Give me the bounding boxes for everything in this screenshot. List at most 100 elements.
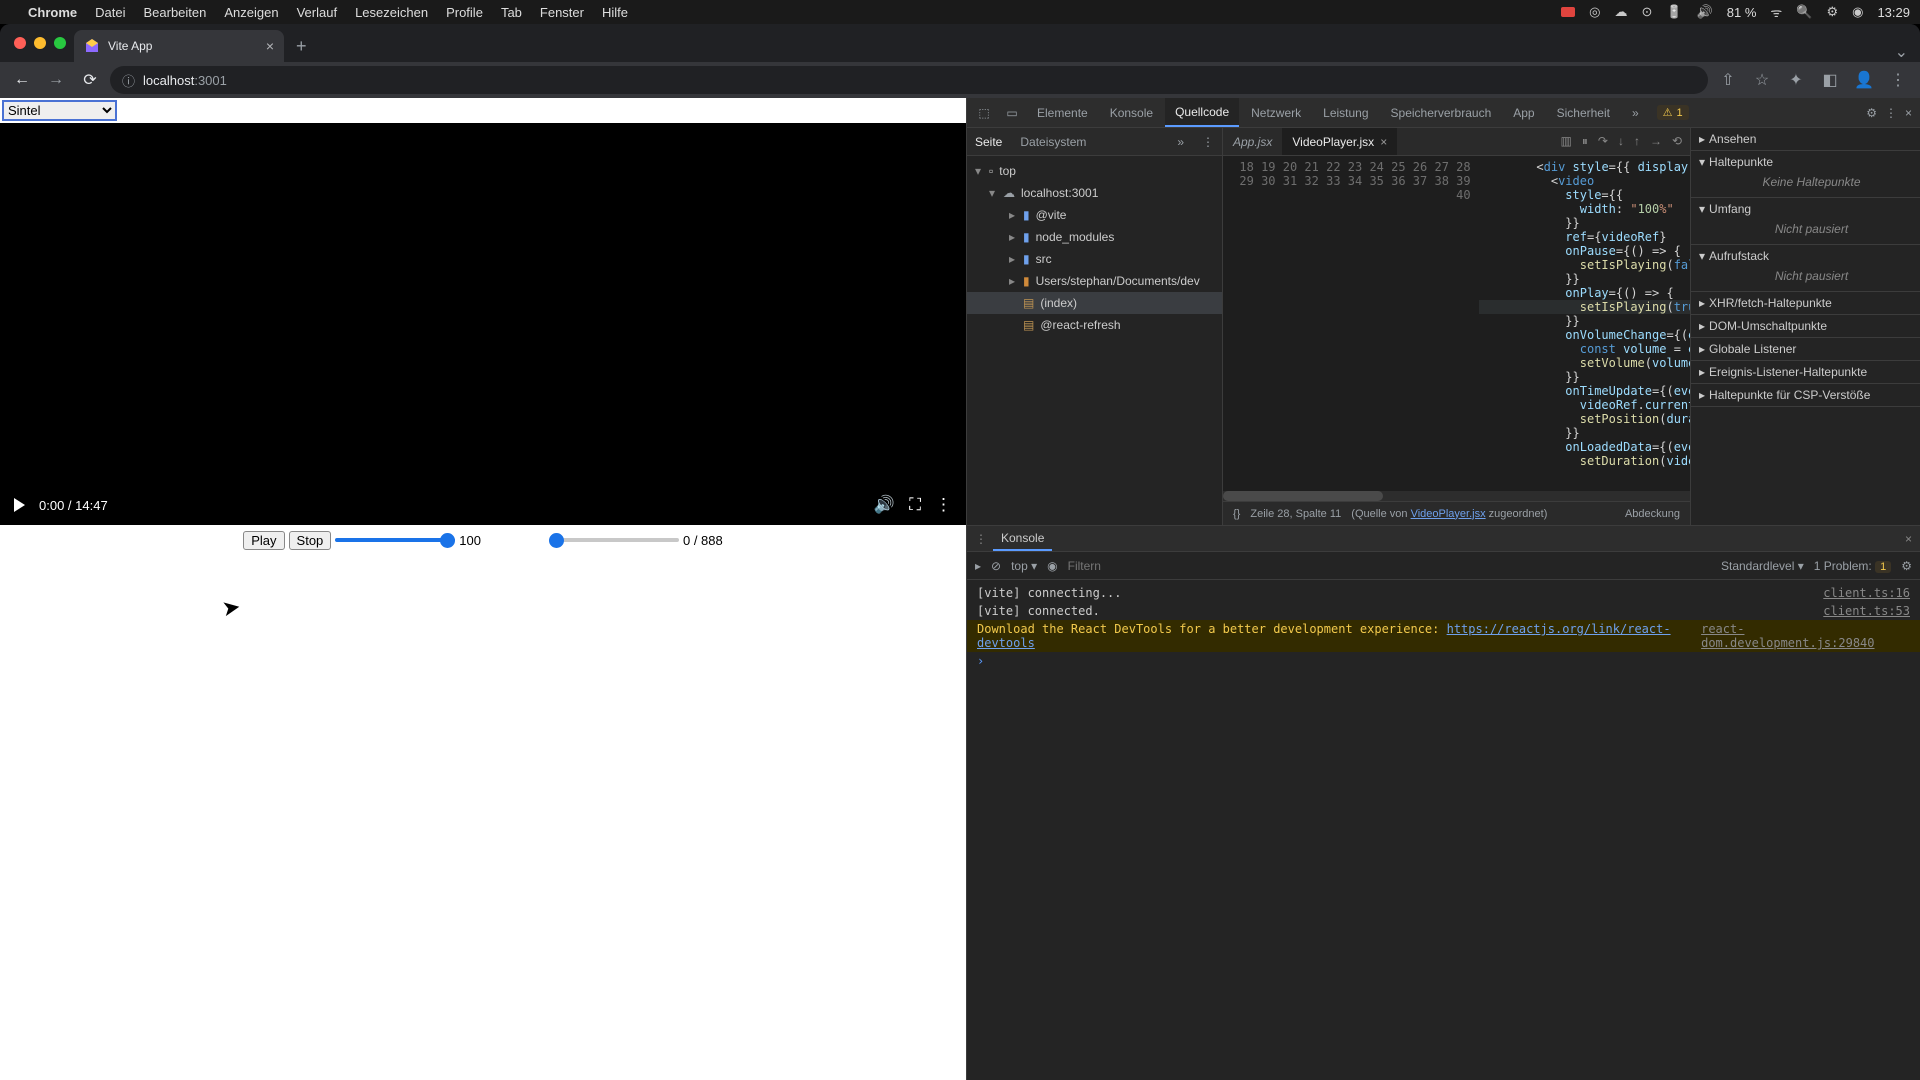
devtools-warning-badge[interactable]: ⚠ 1 — [1657, 105, 1689, 120]
menu-view[interactable]: Anzeigen — [224, 5, 278, 20]
video-select[interactable]: Sintel — [2, 100, 117, 121]
console-context[interactable]: top ▾ — [1011, 559, 1037, 573]
reload-button[interactable]: ⟳ — [76, 66, 104, 94]
debugger-section-csp[interactable]: ▸ Haltepunkte für CSP-Verstöße — [1691, 384, 1920, 406]
debugger-section-event[interactable]: ▸ Ereignis-Listener-Haltepunkte — [1691, 361, 1920, 383]
sidepanel-button[interactable]: ◧ — [1816, 66, 1844, 94]
editor-braces-icon[interactable]: {} — [1233, 508, 1240, 520]
devtools-tab-console[interactable]: Konsole — [1100, 98, 1163, 127]
devtools-tab-elements[interactable]: Elemente — [1027, 98, 1098, 127]
console-drawer-tab[interactable]: Konsole — [993, 526, 1052, 551]
stop-button[interactable]: Stop — [289, 531, 332, 550]
console-drawer-close[interactable]: × — [1905, 532, 1912, 546]
code-editor[interactable]: 18 19 20 21 22 23 24 25 26 27 28 29 30 3… — [1223, 156, 1690, 501]
file-tree[interactable]: ▾▫ top ▾☁︎ localhost:3001 ▸▮ @vite ▸▮ no… — [967, 156, 1222, 525]
extensions-button[interactable]: ✦ — [1782, 66, 1810, 94]
debugger-step-over-button[interactable]: ↷ — [1598, 134, 1608, 149]
console-live-expression-button[interactable]: ◉ — [1047, 559, 1057, 573]
close-tab-button[interactable]: × — [266, 38, 274, 54]
cloud-icon[interactable]: ☁︎ — [1614, 4, 1627, 20]
console-filter-input[interactable] — [1068, 559, 1228, 573]
menu-bookmarks[interactable]: Lesezeichen — [355, 5, 428, 20]
debugger-step-into-button[interactable]: ↓ — [1618, 134, 1624, 149]
debugger-section-scope[interactable]: ▾ Umfang — [1691, 198, 1920, 220]
drawer-handle-icon[interactable]: ⋮ — [975, 532, 993, 546]
debugger-section-callstack[interactable]: ▾ Aufrufstack — [1691, 245, 1920, 267]
siri-icon[interactable]: ◉ — [1852, 4, 1863, 20]
devtools-tab-security[interactable]: Sicherheit — [1547, 98, 1620, 127]
spotlight-icon[interactable]: 🔍 — [1796, 4, 1812, 20]
debugger-step-out-button[interactable]: ↑ — [1634, 134, 1640, 149]
debugger-section-global[interactable]: ▸ Globale Listener — [1691, 338, 1920, 360]
close-window-button[interactable] — [14, 37, 26, 49]
minimize-window-button[interactable] — [34, 37, 46, 49]
editor-mapped-icon[interactable]: ▥ — [1561, 134, 1572, 149]
menu-tab[interactable]: Tab — [501, 5, 522, 20]
inspect-element-button[interactable]: ⬚ — [971, 106, 997, 120]
debugger-deactivate-button[interactable]: ⟲ — [1672, 134, 1682, 149]
native-mute-button[interactable]: 🔊 — [874, 495, 895, 515]
sources-subtab-filesystem[interactable]: Dateisystem — [1020, 135, 1086, 149]
volume-icon[interactable]: 🔊 — [1697, 4, 1713, 20]
play-button[interactable]: Play — [243, 531, 284, 550]
console-clear-button[interactable]: ⊘ — [991, 559, 1001, 573]
zoom-window-button[interactable] — [54, 37, 66, 49]
site-info-icon[interactable]: ⓘ — [122, 71, 135, 90]
status-icon[interactable]: ◎ — [1589, 4, 1600, 20]
devtools-settings-button[interactable]: ⚙ — [1866, 106, 1877, 120]
status-icon[interactable]: ⊙ — [1641, 4, 1652, 20]
editor-tab-videoplayer[interactable]: VideoPlayer.jsx× — [1282, 128, 1397, 155]
clock[interactable]: 13:29 — [1877, 5, 1910, 20]
menu-edit[interactable]: Bearbeiten — [143, 5, 206, 20]
debugger-section-watch[interactable]: ▸ Ansehen — [1691, 128, 1920, 150]
console-output[interactable]: [vite] connecting...client.ts:16[vite] c… — [967, 580, 1920, 1080]
address-bar[interactable]: ⓘ localhost:3001 — [110, 66, 1708, 94]
wifi-icon[interactable]: ᯤ — [1770, 3, 1782, 21]
sources-subtab-more[interactable]: » — [1177, 135, 1184, 149]
menu-help[interactable]: Hilfe — [602, 5, 628, 20]
devtools-tab-more[interactable]: » — [1622, 98, 1649, 127]
close-editor-tab[interactable]: × — [1380, 135, 1387, 149]
position-slider[interactable] — [549, 538, 679, 542]
battery-icon[interactable]: 🔋 — [1666, 4, 1682, 20]
devtools-tab-sources[interactable]: Quellcode — [1165, 98, 1239, 127]
menu-window[interactable]: Fenster — [540, 5, 584, 20]
back-button[interactable]: ← — [8, 66, 36, 94]
devtools-tab-network[interactable]: Netzwerk — [1241, 98, 1311, 127]
tab-list-button[interactable]: ⌄ — [1889, 42, 1920, 62]
devtools-menu-button[interactable]: ⋮ — [1885, 106, 1897, 120]
native-fullscreen-button[interactable]: ⛶ — [909, 495, 921, 515]
native-play-button[interactable] — [14, 498, 25, 512]
console-settings-button[interactable]: ⚙ — [1901, 559, 1912, 573]
console-level-select[interactable]: Standardlevel ▾ — [1721, 559, 1804, 573]
sources-subtab-menu[interactable]: ⋮ — [1202, 135, 1214, 149]
console-sidebar-toggle[interactable]: ▸ — [975, 559, 981, 573]
recording-indicator-icon[interactable] — [1561, 7, 1575, 17]
native-more-button[interactable]: ⋮ — [935, 495, 952, 515]
volume-slider[interactable] — [335, 538, 455, 542]
device-toolbar-button[interactable]: ▭ — [999, 106, 1025, 120]
debugger-section-dom[interactable]: ▸ DOM-Umschaltpunkte — [1691, 315, 1920, 337]
devtools-tab-memory[interactable]: Speicherverbrauch — [1381, 98, 1502, 127]
browser-tab[interactable]: Vite App × — [74, 30, 284, 62]
debugger-step-button[interactable]: → — [1650, 134, 1662, 149]
editor-scrollbar-horizontal[interactable] — [1223, 491, 1690, 501]
new-tab-button[interactable]: + — [284, 30, 319, 62]
console-problems[interactable]: 1 Problem: 1 — [1814, 559, 1892, 573]
devtools-tab-performance[interactable]: Leistung — [1313, 98, 1378, 127]
editor-coverage-label[interactable]: Abdeckung — [1625, 508, 1680, 520]
control-center-icon[interactable]: ⚙︎ — [1826, 4, 1838, 20]
profile-button[interactable]: 👤 — [1850, 66, 1878, 94]
menu-profiles[interactable]: Profile — [446, 5, 483, 20]
video-player[interactable]: 0:00 / 14:47 🔊 ⛶ ⋮ — [0, 123, 966, 525]
editor-code[interactable]: <div style={{ display: "flex", flexDirec… — [1479, 156, 1690, 501]
chrome-menu-button[interactable]: ⋮ — [1884, 66, 1912, 94]
devtools-tab-application[interactable]: App — [1503, 98, 1544, 127]
editor-tab-app[interactable]: App.jsx — [1223, 128, 1282, 155]
app-name[interactable]: Chrome — [28, 5, 77, 20]
menu-file[interactable]: Datei — [95, 5, 125, 20]
debugger-section-breakpoints[interactable]: ▾ Haltepunkte — [1691, 151, 1920, 173]
debugger-section-xhr[interactable]: ▸ XHR/fetch-Haltepunkte — [1691, 292, 1920, 314]
sources-subtab-page[interactable]: Seite — [975, 135, 1002, 149]
debugger-pause-button[interactable]: ⏸ — [1582, 134, 1588, 149]
